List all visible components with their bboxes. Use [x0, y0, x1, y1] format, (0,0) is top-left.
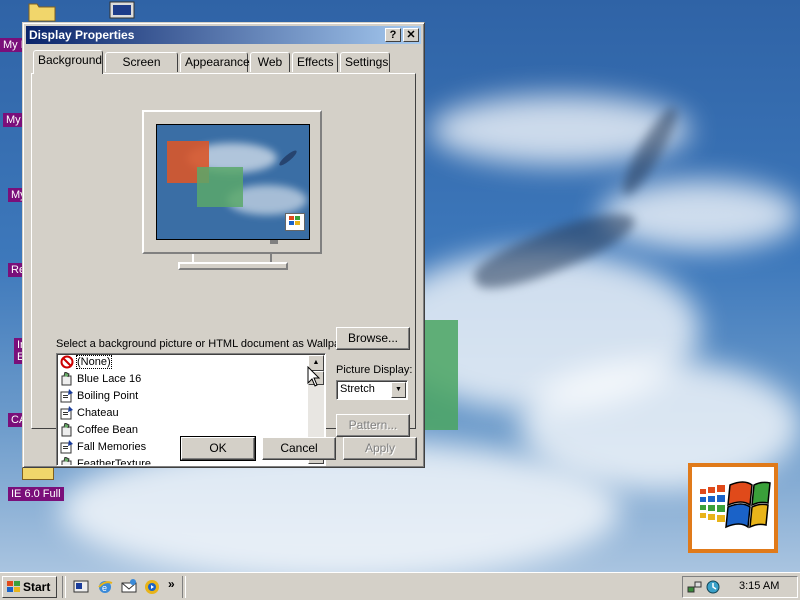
list-item[interactable]: Fall Memories — [60, 439, 146, 456]
preview-green-block — [197, 167, 243, 207]
tab-web[interactable]: Web — [250, 52, 290, 72]
windows-flag-icon — [700, 481, 771, 529]
tab-effects[interactable]: Effects — [292, 52, 338, 72]
list-item[interactable]: (None) — [60, 354, 112, 371]
html-icon — [60, 389, 74, 403]
bitmap-icon — [60, 422, 74, 437]
taskbar: Start e » 3:15 AM — [0, 572, 800, 600]
scheduler-icon[interactable] — [705, 579, 721, 595]
desktop-icon-label[interactable]: My — [3, 113, 24, 127]
media-player-icon[interactable] — [143, 578, 161, 596]
html-icon — [60, 406, 74, 420]
system-tray: 3:15 AM — [682, 576, 798, 598]
preview-diver — [277, 148, 299, 168]
taskbar-separator — [182, 576, 186, 598]
monitor-preview — [142, 110, 322, 254]
apply-button[interactable]: Apply — [343, 437, 417, 460]
bitmap-icon — [60, 371, 74, 386]
list-item[interactable]: Chateau — [60, 405, 119, 422]
display-properties-dialog: Display Properties ? ✕ Background Screen… — [22, 22, 425, 468]
picture-display-select[interactable]: Stretch ▼ — [336, 380, 408, 400]
close-button[interactable]: ✕ — [403, 28, 419, 42]
start-label: Start — [23, 580, 51, 594]
windows-flag-icon — [7, 581, 20, 592]
list-item[interactable]: Coffee Bean — [60, 422, 138, 439]
none-icon — [60, 355, 74, 369]
pattern-button[interactable]: Pattern... — [336, 414, 410, 437]
chevron-down-icon[interactable]: ▼ — [391, 382, 406, 398]
browse-button[interactable]: Browse... — [336, 327, 410, 350]
background-panel: Select a background picture or HTML docu… — [31, 73, 416, 466]
mouse-cursor-icon — [307, 366, 321, 387]
tab-settings[interactable]: Settings — [340, 52, 390, 72]
bitmap-icon — [60, 456, 74, 465]
cancel-button[interactable]: Cancel — [262, 437, 336, 460]
dialog-titlebar[interactable]: Display Properties ? ✕ — [26, 26, 421, 44]
dialog-title: Display Properties — [29, 28, 135, 42]
svg-text:e: e — [102, 583, 107, 593]
list-item[interactable]: Blue Lace 16 — [60, 371, 141, 388]
tab-appearance[interactable]: Appearance — [180, 52, 250, 72]
power-led — [270, 240, 278, 244]
wallpaper-prompt: Select a background picture or HTML docu… — [56, 338, 360, 350]
tab-screen-saver[interactable]: Screen Saver — [105, 52, 178, 88]
list-item[interactable]: FeatherTexture — [60, 456, 151, 465]
network-icon[interactable] — [687, 579, 703, 595]
preview-windows-logo — [285, 213, 305, 231]
internet-explorer-icon[interactable]: e — [96, 578, 114, 596]
clock[interactable]: 3:15 AM — [739, 580, 779, 592]
picture-display-value: Stretch — [340, 383, 375, 395]
picture-display-label: Picture Display: — [336, 364, 413, 376]
quick-launch-overflow[interactable]: » — [168, 577, 175, 591]
monitor-base — [178, 262, 288, 270]
show-desktop-icon[interactable] — [72, 578, 90, 596]
tab-background[interactable]: Background — [33, 50, 103, 74]
ok-button[interactable]: OK — [180, 436, 256, 461]
html-icon — [60, 440, 74, 454]
list-item[interactable]: Boiling Point — [60, 388, 138, 405]
desktop-artifact — [420, 320, 458, 430]
outlook-express-icon[interactable] — [120, 578, 138, 596]
windows-logo-badge — [688, 463, 778, 553]
start-button[interactable]: Start — [2, 576, 57, 598]
wallpaper-preview — [156, 124, 310, 240]
taskbar-separator — [62, 576, 66, 598]
help-button[interactable]: ? — [385, 28, 401, 42]
desktop-icon-label[interactable]: IE 6.0 Full — [8, 487, 64, 501]
monitor-neck — [192, 254, 272, 262]
